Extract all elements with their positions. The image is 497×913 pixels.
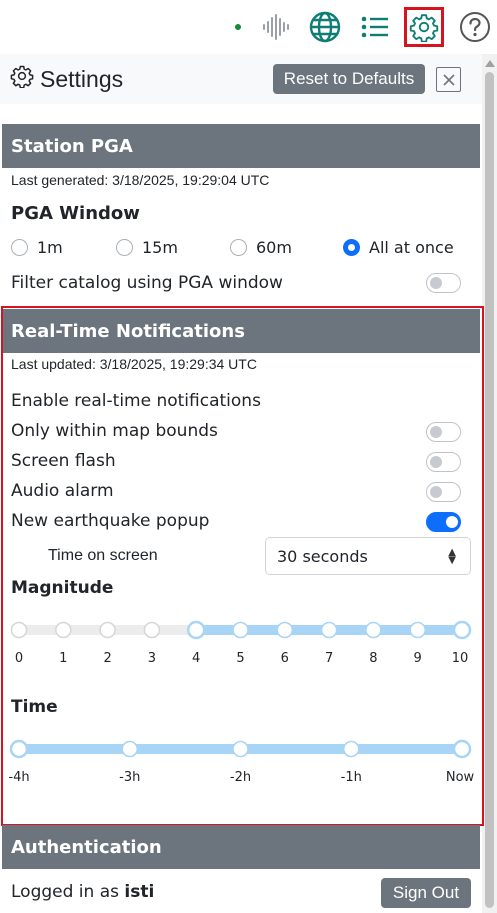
- radio-60m[interactable]: 60m: [230, 238, 292, 257]
- settings-title-text: Settings: [40, 65, 124, 92]
- radio-1m[interactable]: 1m: [11, 238, 63, 257]
- last-generated-text: Last generated: 3/18/2025, 19:29:04 UTC: [11, 172, 270, 188]
- waveform-icon[interactable]: [256, 7, 296, 47]
- scroll-thumb[interactable]: [485, 72, 494, 908]
- filter-catalog-label: Filter catalog using PGA window: [11, 273, 283, 293]
- radio-button[interactable]: [116, 239, 133, 256]
- scrollbar[interactable]: [482, 54, 497, 913]
- scroll-up-icon[interactable]: [485, 60, 495, 67]
- filter-catalog-toggle[interactable]: [426, 273, 461, 293]
- globe-icon[interactable]: [305, 7, 345, 47]
- page-title: Settings: [10, 64, 123, 94]
- username: isti: [124, 882, 155, 902]
- radio-label: 1m: [37, 238, 63, 257]
- notifications-highlight-box: [1, 306, 484, 826]
- logged-in-prefix: Logged in as: [11, 882, 125, 902]
- logged-in-text: Logged in as isti: [11, 882, 154, 902]
- list-icon[interactable]: [355, 7, 395, 47]
- station-pga-header[interactable]: Station PGA: [2, 124, 480, 168]
- radio-label: All at once: [369, 238, 454, 257]
- pga-window-label: PGA Window: [11, 203, 140, 224]
- radio-label: 60m: [256, 238, 292, 257]
- radio-15m[interactable]: 15m: [116, 238, 178, 257]
- authentication-header[interactable]: Authentication: [2, 825, 480, 869]
- radio-label: 15m: [142, 238, 178, 257]
- gear-icon[interactable]: [404, 7, 444, 47]
- radio-button[interactable]: [230, 239, 247, 256]
- help-icon[interactable]: [455, 7, 495, 47]
- status-dot-icon: [235, 24, 241, 30]
- top-toolbar: [0, 0, 497, 54]
- radio-button-selected[interactable]: [343, 239, 360, 256]
- settings-header: Settings Reset to Defaults: [0, 54, 482, 104]
- radio-all-at-once[interactable]: All at once: [343, 238, 454, 257]
- sign-out-button[interactable]: Sign Out: [381, 878, 471, 908]
- reset-defaults-button[interactable]: Reset to Defaults: [273, 64, 425, 94]
- close-icon[interactable]: [436, 67, 461, 92]
- radio-button[interactable]: [11, 239, 28, 256]
- gear-icon: [10, 64, 34, 94]
